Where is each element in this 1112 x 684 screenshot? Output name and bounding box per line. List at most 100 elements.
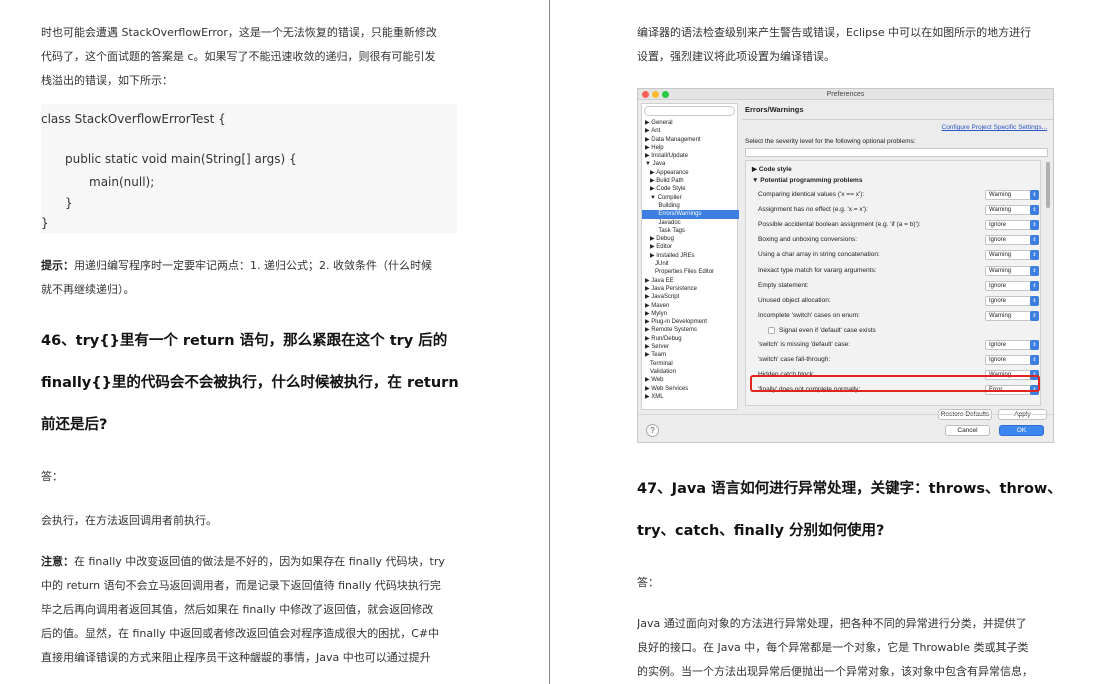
severity-select: Warning ⇕: [985, 205, 1039, 216]
tree-item: ▶ Data Management: [645, 136, 701, 143]
problem-list: ▶ Code style ▼ Potential programming pro…: [745, 160, 1041, 406]
question-47: 47、Java 语言如何进行异常处理，关键字：throws、throw、 try…: [637, 468, 1059, 552]
select-arrows-icon: ⇕: [1030, 310, 1039, 321]
tree-item: ▶ Debug: [645, 236, 674, 243]
select-arrows-icon: ⇕: [1030, 190, 1039, 200]
severity-select: Warning ⇕: [985, 250, 1039, 261]
question-line: 47、Java 语言如何进行异常处理，关键字：throws、throw、: [637, 481, 1059, 497]
answer-text: 会执行，在方法返回调用者前执行。: [41, 514, 217, 527]
answer-label: 答：: [41, 470, 63, 483]
tree-item: ▶ JavaScript: [645, 294, 680, 301]
note-paragraph: 注意：在 finally 中改变返回值的做法是不好的，因为如果存在 finall…: [41, 550, 461, 670]
top-line: 设置，强烈建议将此项设置为编译错误。: [637, 50, 835, 63]
note-text: 直接用编译错误的方式来阻止程序员干这种龌龊的事情，Java 中也可以通过提升: [41, 651, 431, 664]
tree-item: ▶ Plug-in Development: [645, 319, 707, 326]
preferences-window: Preferences ▶ General ▶ Ant ▶ Data Managem…: [637, 88, 1054, 443]
problem-row: 'switch' is missing 'default' case: Ignor…: [758, 339, 1039, 351]
checkbox-icon: [768, 326, 775, 334]
problem-label: Using a char array in string concatenati…: [758, 251, 880, 259]
tip-label: 提示：: [41, 259, 74, 272]
question-line: finally{}里的代码会不会被执行，什么时候被执行，在 return: [41, 375, 459, 391]
tree-item: ▶ Maven: [645, 302, 670, 309]
problem-label: 'switch' is missing 'default' case:: [758, 340, 851, 348]
top-paragraph: 编译器的语法检查级别来产生警告或错误，Eclipse 中可以在如图所示的地方进行…: [637, 21, 1059, 69]
problem-row: Boxing and unboxing conversions: Ignore ⇕: [758, 234, 1039, 246]
note-text: 中的 return 语句不会立马返回调用者，而是记录下返回值待 finally …: [41, 579, 441, 592]
answer-line: 的实例。当一个方法出现异常后便抛出一个异常对象，该对象中包含有异常信息，: [637, 665, 1033, 678]
answer-line: Java 通过面向对象的方法进行异常处理，把各种不同的异常进行分类，并提供了: [637, 617, 1027, 630]
severity-select: Warning ⇕: [985, 265, 1039, 276]
problem-label: 'switch' case fall-through:: [758, 356, 831, 363]
tree-item: Javadoc: [645, 219, 681, 226]
problem-row: Comparing identical values ('x == x'): Wa…: [758, 189, 1039, 201]
problem-row: Unused object allocation: Ignore ⇕: [758, 295, 1039, 307]
problem-row: Possible accidental boolean assignment (…: [758, 219, 1039, 231]
note-text: 毕之后再向调用者返回其值，然后如果在 finally 中修改了返回值，就会返回修…: [41, 603, 434, 616]
note-label: 注意：: [41, 555, 74, 568]
select-arrows-icon: ⇕: [1030, 250, 1039, 261]
problem-row: Assignment has no effect (e.g. 'x = x'):…: [758, 204, 1039, 216]
problem-row: 'switch' case fall-through: Ignore ⇕: [758, 354, 1039, 366]
configure-link: Configure Project Specific Settings...: [941, 124, 1048, 131]
severity-select: Ignore ⇕: [985, 339, 1039, 350]
tree-item: ▶ Install/Update: [645, 153, 688, 160]
question-line: 46、try{}里有一个 return 语句，那么紧跟在这个 try 后的: [41, 333, 448, 349]
left-page: 时也可能会遭遇 StackOverflowError，这是一个无法恢复的错误，只…: [41, 0, 461, 684]
tree-item: Task Tags: [645, 227, 686, 234]
tree-item: ▶ Code Style: [645, 186, 686, 193]
select-arrows-icon: ⇕: [1030, 295, 1039, 306]
preferences-titlebar: Preferences: [638, 89, 1053, 100]
intro-paragraph: 时也可能会遭遇 StackOverflowError，这是一个无法恢复的错误，只…: [41, 21, 461, 93]
question-line: 前还是后?: [41, 417, 108, 433]
intro-line: 时也可能会遭遇 StackOverflowError，这是一个无法恢复的错误，只…: [41, 26, 437, 39]
note-text: 在 finally 中改变返回值的做法是不好的，因为如果存在 finally 代…: [74, 555, 445, 568]
problem-filter-input: [745, 148, 1048, 157]
tree-item: ▶ General: [645, 120, 673, 126]
code-line: public static void main(String[] args) {: [65, 152, 297, 166]
question-46: 46、try{}里有一个 return 语句，那么紧跟在这个 try 后的 fi…: [41, 320, 461, 446]
tree-item: ▶ Java Persistence: [645, 285, 697, 292]
signal-checkbox-row: Signal even if 'default' case exists: [768, 325, 1048, 337]
note-text: 后的值。显然，在 finally 中返回或者修改返回值会对程序造成很大的困扰，C…: [41, 627, 440, 640]
tree-item: Properties Files Editor: [645, 269, 715, 276]
divider: [638, 414, 1053, 415]
select-arrows-icon: ⇕: [1030, 265, 1039, 276]
preferences-main: Errors/Warnings Configure Project Specif…: [742, 102, 1053, 420]
ok-button: OK: [999, 425, 1044, 436]
tree-item: ▶ Java EE: [645, 277, 674, 284]
problem-label: Incomplete 'switch' cases on enum:: [758, 311, 860, 319]
select-arrows-icon: ⇕: [1030, 280, 1039, 291]
tree-item: ▶ Appearance: [645, 169, 689, 176]
severity-select: Warning ⇕: [985, 190, 1039, 200]
tree-item: ▼ Compiler: [645, 194, 682, 201]
tree-item: ▶ Build Path: [645, 178, 684, 185]
problem-label: Comparing identical values ('x == x'):: [758, 191, 865, 198]
intro-line: 代码了，这个面试题的答案是 c。如果写了不能迅速收敛的递归，则很有可能引发: [41, 50, 436, 63]
preferences-tree: ▶ General ▶ Ant ▶ Data Management ▶ Help ▶ I…: [642, 119, 739, 401]
tree-item: ▶ Web: [645, 377, 664, 384]
problem-row: Using a char array in string concatenati…: [758, 249, 1039, 261]
select-arrows-icon: ⇕: [1030, 205, 1039, 216]
tree-item: Terminal: [645, 360, 673, 367]
highlight-box: [750, 375, 1040, 392]
tip-text: 用递归编写程序时一定要牢记两点：1. 递归公式；2. 收敛条件（什么时候: [74, 259, 432, 272]
select-arrows-icon: ⇕: [1030, 355, 1039, 365]
answer-line: 良好的接口。在 Java 中，每个异常都是一个对象，它是 Throwable 类…: [637, 641, 1029, 654]
tree-item: Building: [645, 202, 680, 209]
top-line: 编译器的语法检查级别来产生警告或错误，Eclipse 中可以在如图所示的地方进行: [637, 26, 1032, 39]
severity-select: Ignore ⇕: [985, 280, 1039, 291]
code-line: main(null);: [89, 175, 155, 189]
code-block: class StackOverflowErrorTest { public st…: [41, 104, 457, 234]
code-line: }: [65, 196, 73, 210]
answer-paragraph: Java 通过面向对象的方法进行异常处理，把各种不同的异常进行分类，并提供了 良…: [637, 612, 1059, 684]
problem-row: Empty statement: Ignore ⇕: [758, 280, 1039, 292]
tree-item: ▶ Installed JREs: [645, 252, 695, 259]
question-line: try、catch、finally 分别如何使用?: [637, 523, 885, 539]
code-line: class StackOverflowErrorTest {: [41, 112, 226, 126]
page-title: Errors/Warnings: [745, 105, 804, 114]
filter-search-input: [644, 106, 735, 116]
problem-label: Possible accidental boolean assignment (…: [758, 221, 921, 229]
tree-item: ▶ Web Services: [645, 385, 689, 392]
tree-item: ▶ Server: [645, 344, 669, 351]
answer-label: 答：: [637, 576, 659, 589]
